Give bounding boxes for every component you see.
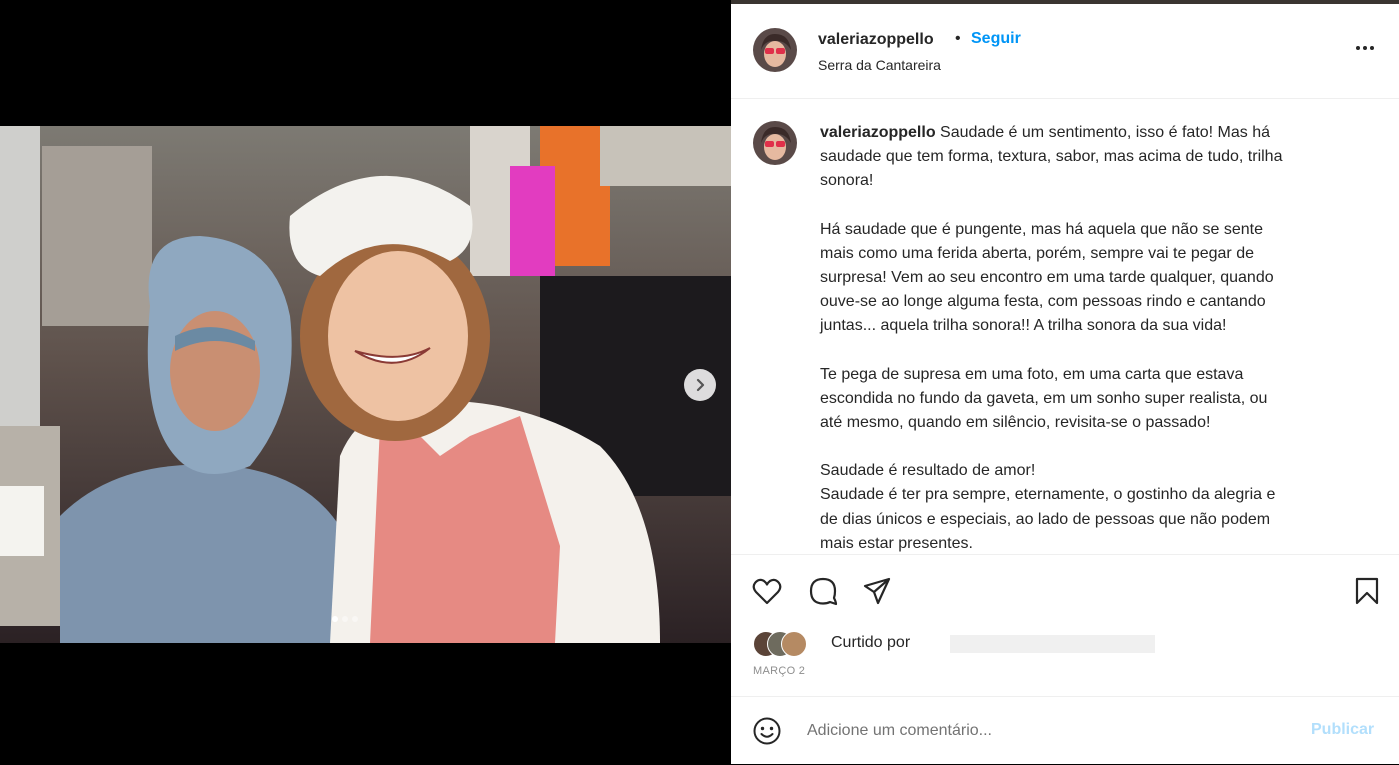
more-horizontal-icon <box>1356 46 1374 50</box>
carousel-dot <box>352 616 358 622</box>
caption-line-text: Saudade é um sentimento, isso é fato! Ma… <box>940 124 1271 141</box>
photo-illustration <box>0 126 731 643</box>
liker-avatar <box>781 631 807 657</box>
caption-line: Te pega de supresa em uma foto, em uma c… <box>820 365 1244 383</box>
caption-scroll-area[interactable]: valeriazoppello Saudade é um sentimento,… <box>731 99 1399 553</box>
comment-bar: Publicar <box>731 696 1399 765</box>
caption-text: valeriazoppello Saudade é um sentimento,… <box>820 121 1340 553</box>
caption-paragraph: Há saudade que é pungente, mas há aquela… <box>820 218 1340 339</box>
caption-line: mais estar presentes. <box>820 534 973 552</box>
caption-line: escondida no fundo da gaveta, em um sonh… <box>820 389 1268 407</box>
caption-line: mais como uma ferida aberta, porém, semp… <box>820 244 1254 262</box>
follow-button[interactable]: Seguir <box>971 30 1021 48</box>
caption-line: surpresa! Vem ao seu encontro em uma tar… <box>820 269 1274 287</box>
post-date[interactable]: MARÇO 2 <box>753 665 805 677</box>
save-button[interactable] <box>1351 575 1383 607</box>
share-icon <box>863 577 891 605</box>
author-avatar[interactable] <box>753 28 797 72</box>
caption-paragraph: Te pega de supresa em uma foto, em uma c… <box>820 363 1340 436</box>
carousel-indicator <box>332 616 358 622</box>
caption-line: Saudade é ter pra sempre, eternamente, o… <box>820 486 1276 504</box>
caption-line: ouve-se ao longe alguma festa, com pesso… <box>820 293 1266 311</box>
post-header: valeriazoppello • Seguir Serra da Cantar… <box>731 4 1399 99</box>
separator-dot: • <box>955 30 961 47</box>
chevron-right-icon <box>696 378 705 392</box>
emoji-icon <box>753 717 781 745</box>
post-details-panel: valeriazoppello • Seguir Serra da Cantar… <box>731 4 1399 764</box>
caption-line: sonora! <box>820 172 874 190</box>
action-bar <box>731 554 1399 629</box>
heart-icon <box>752 578 782 605</box>
post-media <box>0 0 731 764</box>
comment-button[interactable] <box>807 575 839 607</box>
like-button[interactable] <box>751 575 783 607</box>
caption-line: juntas... aquela trilha sonora!! A trilh… <box>820 317 1227 335</box>
caption-paragraph: Saudade é resultado de amor! Saudade é t… <box>820 459 1340 553</box>
caption-line: valeriazoppello Saudade é um sentimento,… <box>820 121 1340 145</box>
next-slide-button[interactable] <box>684 369 716 401</box>
caption-username[interactable]: valeriazoppello <box>820 124 936 141</box>
share-button[interactable] <box>861 575 893 607</box>
publish-button[interactable]: Publicar <box>1311 721 1374 739</box>
author-username[interactable]: valeriazoppello <box>818 31 934 49</box>
carousel-dot-active <box>332 616 338 622</box>
caption-line: de dias únicos e especiais, ao lado de p… <box>820 510 1271 528</box>
redacted-names <box>950 635 1155 653</box>
post-location[interactable]: Serra da Cantareira <box>818 57 941 73</box>
caption-author-avatar[interactable] <box>753 121 797 165</box>
comment-icon <box>809 577 838 606</box>
carousel-dot <box>342 616 348 622</box>
comment-input[interactable] <box>807 719 1287 743</box>
caption-line: até mesmo, quando em silêncio, revisita-… <box>820 414 1211 432</box>
caption-line: Há saudade que é pungente, mas há aquela… <box>820 220 1264 238</box>
bookmark-icon <box>1355 577 1379 605</box>
post-photo[interactable] <box>0 126 731 643</box>
caption-paragraph: valeriazoppello Saudade é um sentimento,… <box>820 121 1340 194</box>
emoji-button[interactable] <box>751 715 783 747</box>
more-options-button[interactable] <box>1351 36 1379 60</box>
caption-line: saudade que tem forma, textura, sabor, m… <box>820 148 1283 166</box>
liked-by-text: Curtido por <box>831 634 911 651</box>
caption-line: Saudade é resultado de amor! <box>820 462 1036 480</box>
liker-avatars <box>753 631 827 657</box>
